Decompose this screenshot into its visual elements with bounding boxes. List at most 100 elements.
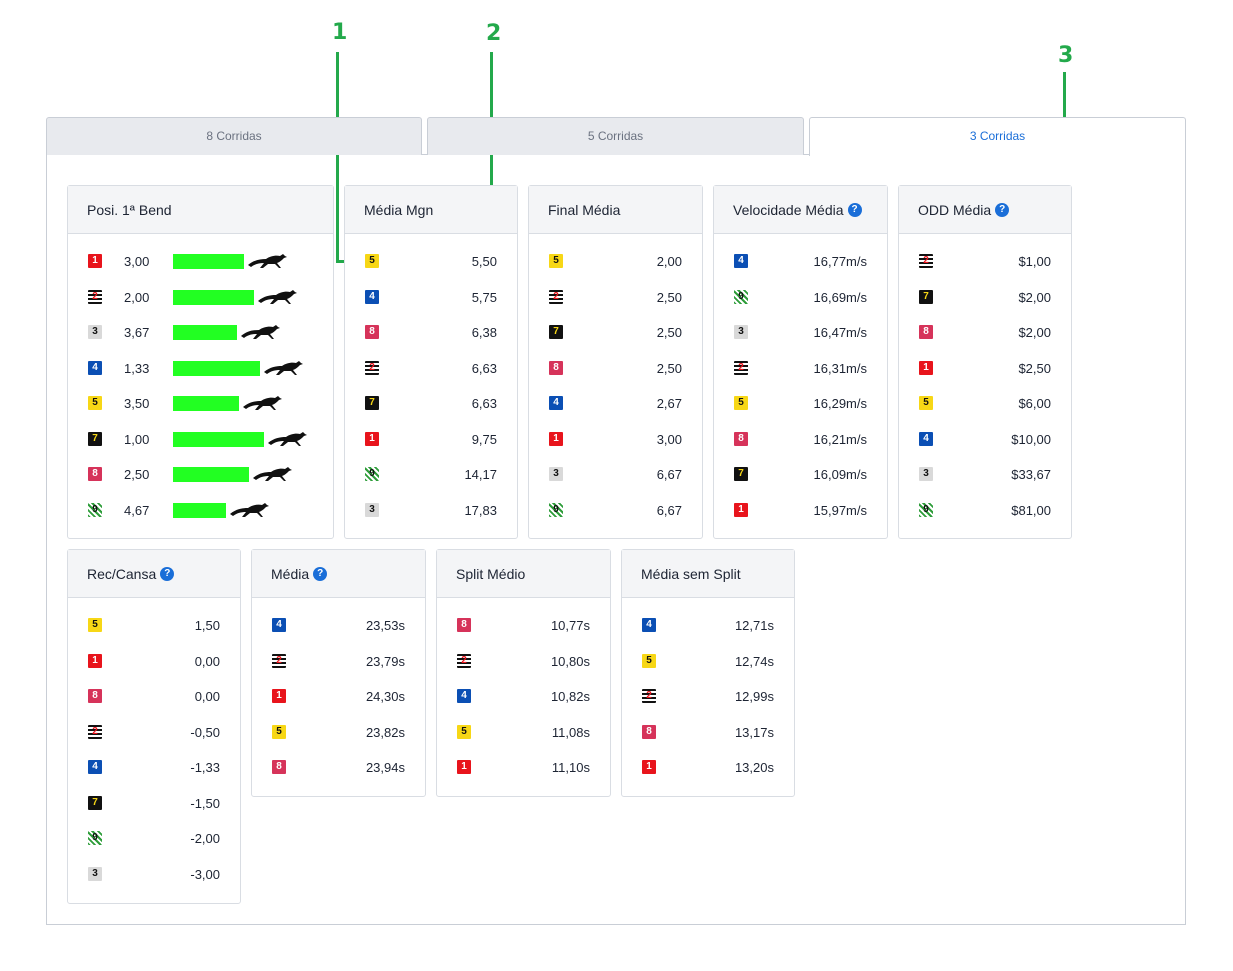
stat-value: 13,17s <box>734 724 774 740</box>
stat-value: 23,53s <box>365 618 405 633</box>
stat-value: 6,38 <box>471 325 497 340</box>
stat-row: 2 6,63 <box>345 359 517 379</box>
trap-badge: 8 <box>88 467 102 481</box>
stat-row: 2 2,50 <box>529 288 702 308</box>
help-icon[interactable]: ? <box>313 566 328 581</box>
stat-row: 2 10,80s <box>437 652 610 672</box>
stat-value: -1,50 <box>190 795 220 811</box>
stat-row: 1 3,00 <box>68 252 333 272</box>
stat-row: 1 9,75 <box>345 430 517 450</box>
trap-badge: 1 <box>457 760 471 774</box>
stat-row: 8 2,50 <box>68 465 333 485</box>
stat-value: 0,00 <box>194 653 220 669</box>
annotation-2: 2 <box>486 21 502 46</box>
tab-5-corridas[interactable]: 5 Corridas <box>427 117 804 155</box>
stat-row: 9 6,67 <box>529 501 702 521</box>
trap-badge: 4 <box>642 618 656 632</box>
help-icon[interactable]: ? <box>995 202 1010 217</box>
annotation-3: 3 <box>1058 43 1074 68</box>
trap-badge: 4 <box>919 431 933 446</box>
trap-badge: 9 <box>919 502 933 517</box>
bar-fill <box>173 502 226 518</box>
stat-value: 16,29m/s <box>813 396 867 411</box>
stat-row: 1 0,00 <box>68 652 240 672</box>
stat-value: 16,09m/s <box>813 467 867 482</box>
trap-badge: 2 <box>88 289 102 304</box>
stat-row: 5 12,74s <box>622 652 794 672</box>
trap-badge: 5 <box>642 653 656 668</box>
stat-value: 24,30s <box>365 689 405 704</box>
stat-value: 10,82s <box>550 689 590 704</box>
help-icon[interactable]: ? <box>160 566 175 581</box>
trap-badge: 9 <box>365 467 379 481</box>
stat-row: 8 10,77s <box>437 616 610 636</box>
trap-badge: 7 <box>88 431 102 446</box>
stat-value: -3,00 <box>190 866 220 882</box>
stat-value: 16,77m/s <box>813 254 867 269</box>
card-split-medio: Split Médio 8 10,77s 2 10,80s 4 10,82s 5 11,08s… <box>436 549 611 797</box>
trap-badge: 3 <box>549 467 563 481</box>
card-title-text: Posi. 1ª Bend <box>87 201 172 218</box>
stat-value: 23,82s <box>365 724 405 740</box>
stat-value: $1,00 <box>1018 254 1051 269</box>
trap-badge: 1 <box>88 254 102 268</box>
stat-row: 4 2,67 <box>529 394 702 414</box>
stat-row: 3 16,47m/s <box>714 323 887 343</box>
trap-badge: 8 <box>642 724 656 739</box>
stat-row: 7 -1,50 <box>68 794 240 814</box>
trap-badge: 2 <box>365 360 379 375</box>
stat-value: 14,17 <box>464 467 497 482</box>
stat-row: 8 0,00 <box>68 687 240 707</box>
stat-row: 4 $10,00 <box>899 430 1071 450</box>
stat-row: 9 14,17 <box>345 465 517 485</box>
card-title: Média Mgn <box>345 186 517 234</box>
stat-value: $2,00 <box>1018 325 1051 340</box>
trap-badge: 8 <box>457 618 471 632</box>
stat-row: 1 $2,50 <box>899 359 1071 379</box>
trap-badge: 5 <box>365 254 379 268</box>
stat-row: 4 12,71s <box>622 616 794 636</box>
card-odd-media: ODD Média? 2 $1,00 7 $2,00 8 $2,00 1 $2,50 5 $6,0… <box>898 185 1072 539</box>
card-title: Rec/Cansa? <box>68 550 240 598</box>
stat-row: 9 $81,00 <box>899 501 1071 521</box>
trap-badge: 8 <box>734 431 748 446</box>
trap-badge: 5 <box>734 396 748 410</box>
trap-badge: 1 <box>272 689 286 703</box>
stat-row: 7 16,09m/s <box>714 465 887 485</box>
trap-badge: 5 <box>272 724 286 739</box>
greyhound-icon <box>246 252 288 273</box>
tab-3-corridas[interactable]: 3 Corridas <box>809 117 1186 156</box>
stat-value: 16,21m/s <box>813 431 867 447</box>
stat-value: 9,75 <box>471 431 497 447</box>
stat-row: 8 23,94s <box>252 758 425 778</box>
help-icon[interactable]: ? <box>847 202 862 217</box>
stat-value: 12,74s <box>734 653 774 669</box>
card-title: Final Média <box>529 186 702 234</box>
stat-value: 12,71s <box>734 618 774 633</box>
bar-fill <box>173 254 244 269</box>
tab-8-corridas[interactable]: 8 Corridas <box>46 117 422 155</box>
stat-row: 4 10,82s <box>437 687 610 707</box>
stat-row: 5 3,50 <box>68 394 333 414</box>
stat-value: $6,00 <box>1018 396 1051 411</box>
stat-row: 5 5,50 <box>345 252 517 272</box>
annotation-1: 1 <box>332 20 348 45</box>
stat-value: 10,77s <box>550 618 590 633</box>
stat-value: 4,67 <box>124 502 150 518</box>
stat-value: $10,00 <box>1011 431 1051 447</box>
trap-badge: 4 <box>457 689 471 703</box>
stat-row: 7 6,63 <box>345 394 517 414</box>
trap-badge: 8 <box>272 760 286 774</box>
trap-badge: 2 <box>457 653 471 668</box>
trap-badge: 1 <box>734 502 748 517</box>
card-title: Velocidade Média? <box>714 186 887 234</box>
stat-row: 3 17,83 <box>345 501 517 521</box>
stat-row: 5 16,29m/s <box>714 394 887 414</box>
card-posi-bend: Posi. 1ª Bend 1 3,00 2 2,00 3 3,67 4 1,33 5 3,50 7… <box>67 185 334 539</box>
stat-row: 8 13,17s <box>622 723 794 743</box>
stat-row: 3 -3,00 <box>68 865 240 885</box>
trap-badge: 5 <box>457 724 471 739</box>
card-title-text: Velocidade Média <box>733 201 844 218</box>
stat-value: 23,79s <box>365 653 405 669</box>
trap-badge: 2 <box>88 724 102 739</box>
